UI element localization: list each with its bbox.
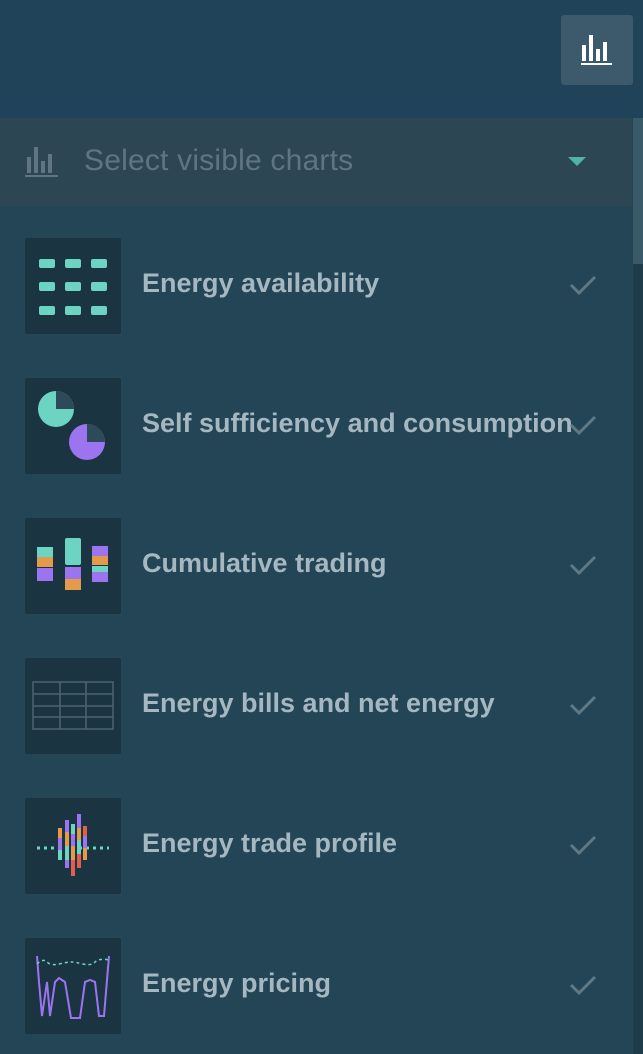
chart-option-label: Cumulative trading <box>142 548 387 578</box>
chart-option-energy-pricing[interactable]: Energy pricing <box>0 906 633 1034</box>
chart-option-label: Self sufficiency and consumption <box>142 408 573 438</box>
chart-option-energy-availability[interactable]: Energy availability <box>0 206 633 334</box>
chart-option-self-sufficiency[interactable]: Self sufficiency and consumption <box>0 346 633 474</box>
chart-option-label: Energy trade profile <box>142 828 398 858</box>
check-icon <box>569 555 597 576</box>
caret-down-icon <box>568 157 586 166</box>
chart-option-cumulative-trading[interactable]: Cumulative trading <box>0 486 633 614</box>
table-icon <box>25 658 121 754</box>
check-icon <box>569 415 597 436</box>
check-icon <box>569 275 597 296</box>
select-placeholder: Select visible charts <box>84 144 354 177</box>
grid-dots-icon <box>25 238 121 334</box>
scrollbar-thumb[interactable] <box>633 118 643 264</box>
trade-profile-icon <box>25 798 121 894</box>
pricing-lines-icon <box>25 938 121 1034</box>
pie-charts-icon <box>25 378 121 474</box>
top-bar <box>0 0 643 118</box>
bar-chart-icon <box>581 35 612 65</box>
check-icon <box>569 975 597 996</box>
stacked-bars-icon <box>25 518 121 614</box>
chart-option-energy-bills[interactable]: Energy bills and net energy <box>0 626 633 754</box>
check-icon <box>569 835 597 856</box>
chart-option-label: Energy availability <box>142 268 380 298</box>
check-icon <box>569 695 597 716</box>
chart-option-label: Energy bills and net energy <box>142 688 495 718</box>
visible-charts-select[interactable]: Select visible charts <box>0 118 632 206</box>
chart-option-energy-trade-profile[interactable]: Energy trade profile <box>0 766 633 894</box>
chart-toggle-button[interactable] <box>561 15 633 85</box>
chart-option-label: Energy pricing <box>142 968 332 998</box>
bar-chart-icon <box>25 147 58 177</box>
